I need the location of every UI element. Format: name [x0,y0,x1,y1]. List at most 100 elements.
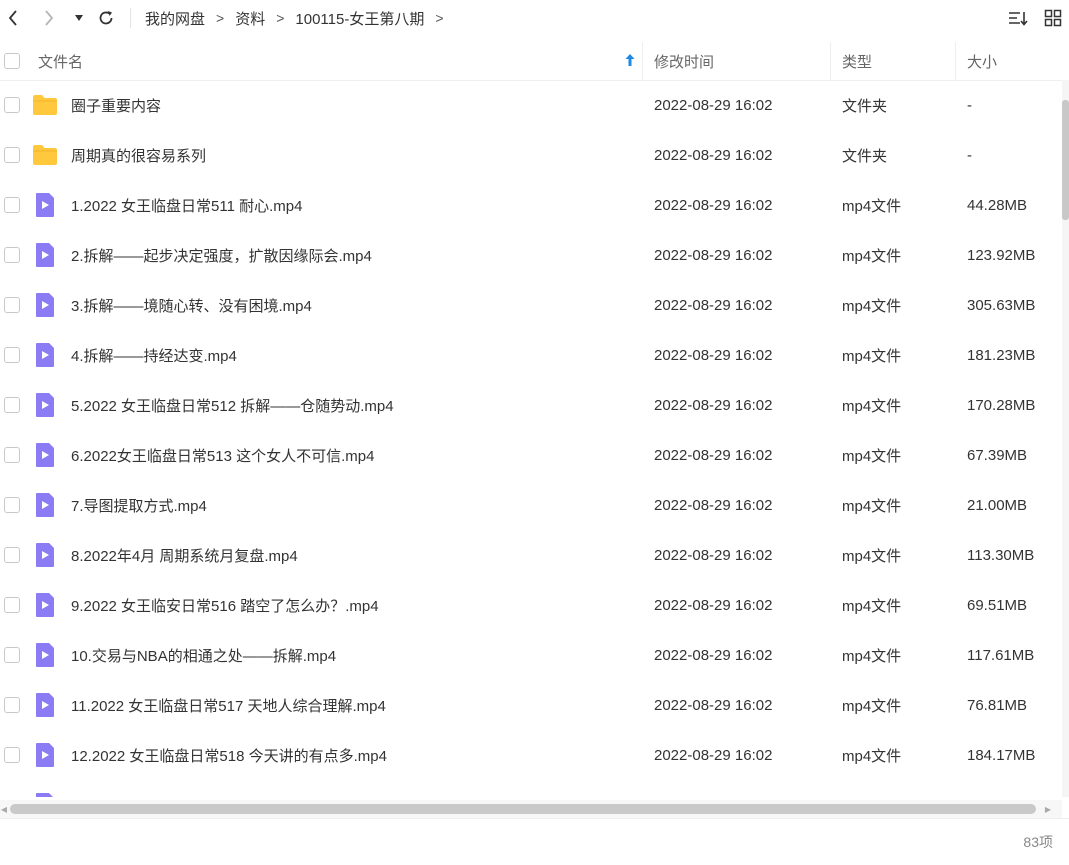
file-row[interactable]: 5.2022 女王临盘日常512 拆解——仓随势动.mp4 2022-08-29 … [0,380,1062,430]
row-checkbox[interactable] [4,147,20,163]
row-checkbox[interactable] [4,97,20,113]
file-row[interactable]: 1.2022 女王临盘日常511 耐心.mp4 2022-08-29 16:02 m… [0,180,1062,230]
file-modified-time: 2022-08-29 16:02 [654,296,773,314]
file-size: 67.39MB [967,446,1028,464]
refresh-icon[interactable] [94,6,118,30]
file-modified-time: 2022-08-29 16:02 [654,146,773,164]
file-name[interactable]: 5.2022 女王临盘日常512 拆解——仓随势动.mp4 [71,380,394,430]
row-checkbox[interactable] [4,647,20,663]
file-modified-time: 2022-08-29 16:02 [654,496,773,514]
scroll-right-icon[interactable]: ▶ [1044,804,1052,814]
select-all-checkbox[interactable] [4,53,20,69]
row-checkbox[interactable] [4,597,20,613]
file-modified-time: 2022-08-29 16:02 [654,696,773,714]
video-file-icon [32,192,58,218]
chevron-left-icon[interactable] [2,6,24,30]
sort-ascending-icon [624,53,636,71]
video-file-icon [32,242,58,268]
file-row[interactable]: 11.2022 女王临盘日常517 天地人综合理解.mp4 2022-08-29 … [0,680,1062,730]
horizontal-scrollbar[interactable]: ◀ ▶ [0,800,1062,818]
file-size: 123.92MB [967,246,1036,264]
file-type: mp4文件 [842,747,902,765]
file-modified-time: 2022-08-29 16:02 [654,346,773,364]
vertical-scrollbar[interactable] [1062,80,1069,797]
column-divider[interactable] [642,42,643,80]
breadcrumb-separator: > [435,10,444,26]
file-name[interactable]: 圈子重要内容 [71,80,161,130]
video-file-icon [32,542,58,568]
file-row[interactable]: 12.2022 女王临盘日常518 今天讲的有点多.mp4 2022-08-29 … [0,730,1062,780]
file-type: mp4文件 [842,397,902,415]
file-row[interactable] [0,780,1062,797]
column-divider[interactable] [830,42,831,80]
file-modified-time: 2022-08-29 16:02 [654,96,773,114]
breadcrumb-item-current[interactable]: 100115-女王第八期 [295,8,424,29]
file-name[interactable]: 4.拆解——持经达变.mp4 [71,330,237,380]
file-name[interactable]: 7.导图提取方式.mp4 [71,480,207,530]
row-checkbox[interactable] [4,447,20,463]
row-checkbox[interactable] [4,697,20,713]
vertical-scrollbar-thumb[interactable] [1062,100,1069,220]
file-name[interactable]: 11.2022 女王临盘日常517 天地人综合理解.mp4 [71,680,386,730]
file-row[interactable]: 9.2022 女王临安日常516 踏空了怎么办？.mp4 2022-08-29 1… [0,580,1062,630]
breadcrumb-item-root[interactable]: 我的网盘 [145,8,205,29]
file-row[interactable]: 2.拆解——起步决定强度，扩散因缘际会.mp4 2022-08-29 16:02 m… [0,230,1062,280]
video-file-icon [32,342,58,368]
file-name[interactable]: 10.交易与NBA的相通之处——拆解.mp4 [71,630,336,680]
row-checkbox[interactable] [4,497,20,513]
file-row[interactable]: 10.交易与NBA的相通之处——拆解.mp4 2022-08-29 16:02 mp… [0,630,1062,680]
caret-down-icon[interactable] [70,6,88,30]
row-checkbox[interactable] [4,347,20,363]
scroll-left-icon[interactable]: ◀ [0,804,8,814]
sort-list-icon[interactable] [1006,6,1030,30]
column-type[interactable]: 类型 [842,42,872,80]
file-row[interactable]: 周期真的很容易系列 2022-08-29 16:02 文件夹 - [0,130,1062,180]
file-size: 184.17MB [967,746,1036,764]
column-size[interactable]: 大小 [967,42,997,80]
file-name[interactable]: 2.拆解——起步决定强度，扩散因缘际会.mp4 [71,230,372,280]
file-name[interactable]: 3.拆解——境随心转、没有困境.mp4 [71,280,312,330]
row-checkbox[interactable] [4,197,20,213]
file-row[interactable]: 4.拆解——持经达变.mp4 2022-08-29 16:02 mp4文件 181.2… [0,330,1062,380]
grid-view-icon[interactable] [1042,6,1064,30]
row-checkbox[interactable] [4,547,20,563]
video-file-icon [32,492,58,518]
row-checkbox[interactable] [4,297,20,313]
video-file-icon [32,742,58,768]
chevron-right-icon[interactable] [38,6,60,30]
file-name[interactable]: 周期真的很容易系列 [71,130,206,180]
video-file-icon [32,692,58,718]
row-checkbox[interactable] [4,397,20,413]
folder-icon [32,142,58,168]
file-size: 181.23MB [967,346,1036,364]
breadcrumb: 我的网盘 > 资料 > 100115-女王第八期 > [145,0,455,36]
file-row[interactable]: 8.2022年4月 周期系统月复盘.mp4 2022-08-29 16:02 mp4… [0,530,1062,580]
column-name[interactable]: 文件名 [38,42,83,80]
video-file-icon [32,442,58,468]
file-row[interactable]: 7.导图提取方式.mp4 2022-08-29 16:02 mp4文件 21.00MB [0,480,1062,530]
file-name[interactable]: 9.2022 女王临安日常516 踏空了怎么办？.mp4 [71,580,379,630]
file-type: mp4文件 [842,447,902,465]
row-checkbox[interactable] [4,247,20,263]
file-type: mp4文件 [842,247,902,265]
breadcrumb-item-materials[interactable]: 资料 [235,8,265,29]
row-checkbox[interactable] [4,747,20,763]
file-name[interactable]: 8.2022年4月 周期系统月复盘.mp4 [71,530,298,580]
breadcrumb-separator: > [276,10,285,26]
column-time[interactable]: 修改时间 [654,42,714,80]
file-row[interactable]: 3.拆解——境随心转、没有困境.mp4 2022-08-29 16:02 mp4文件… [0,280,1062,330]
column-divider[interactable] [955,42,956,80]
file-modified-time: 2022-08-29 16:02 [654,196,773,214]
file-row[interactable]: 圈子重要内容 2022-08-29 16:02 文件夹 - [0,80,1062,130]
file-name[interactable]: 1.2022 女王临盘日常511 耐心.mp4 [71,180,302,230]
video-file-icon [32,592,58,618]
file-name[interactable]: 12.2022 女王临盘日常518 今天讲的有点多.mp4 [71,730,387,780]
horizontal-scrollbar-thumb[interactable] [10,804,1036,814]
file-type: mp4文件 [842,647,902,665]
file-type: mp4文件 [842,597,902,615]
video-file-icon [32,792,58,797]
file-list: 圈子重要内容 2022-08-29 16:02 文件夹 - 周期真的很容易系列 2022-… [0,80,1062,797]
file-name[interactable]: 6.2022女王临盘日常513 这个女人不可信.mp4 [71,430,374,480]
file-row[interactable]: 6.2022女王临盘日常513 这个女人不可信.mp4 2022-08-29 16… [0,430,1062,480]
file-modified-time: 2022-08-29 16:02 [654,446,773,464]
